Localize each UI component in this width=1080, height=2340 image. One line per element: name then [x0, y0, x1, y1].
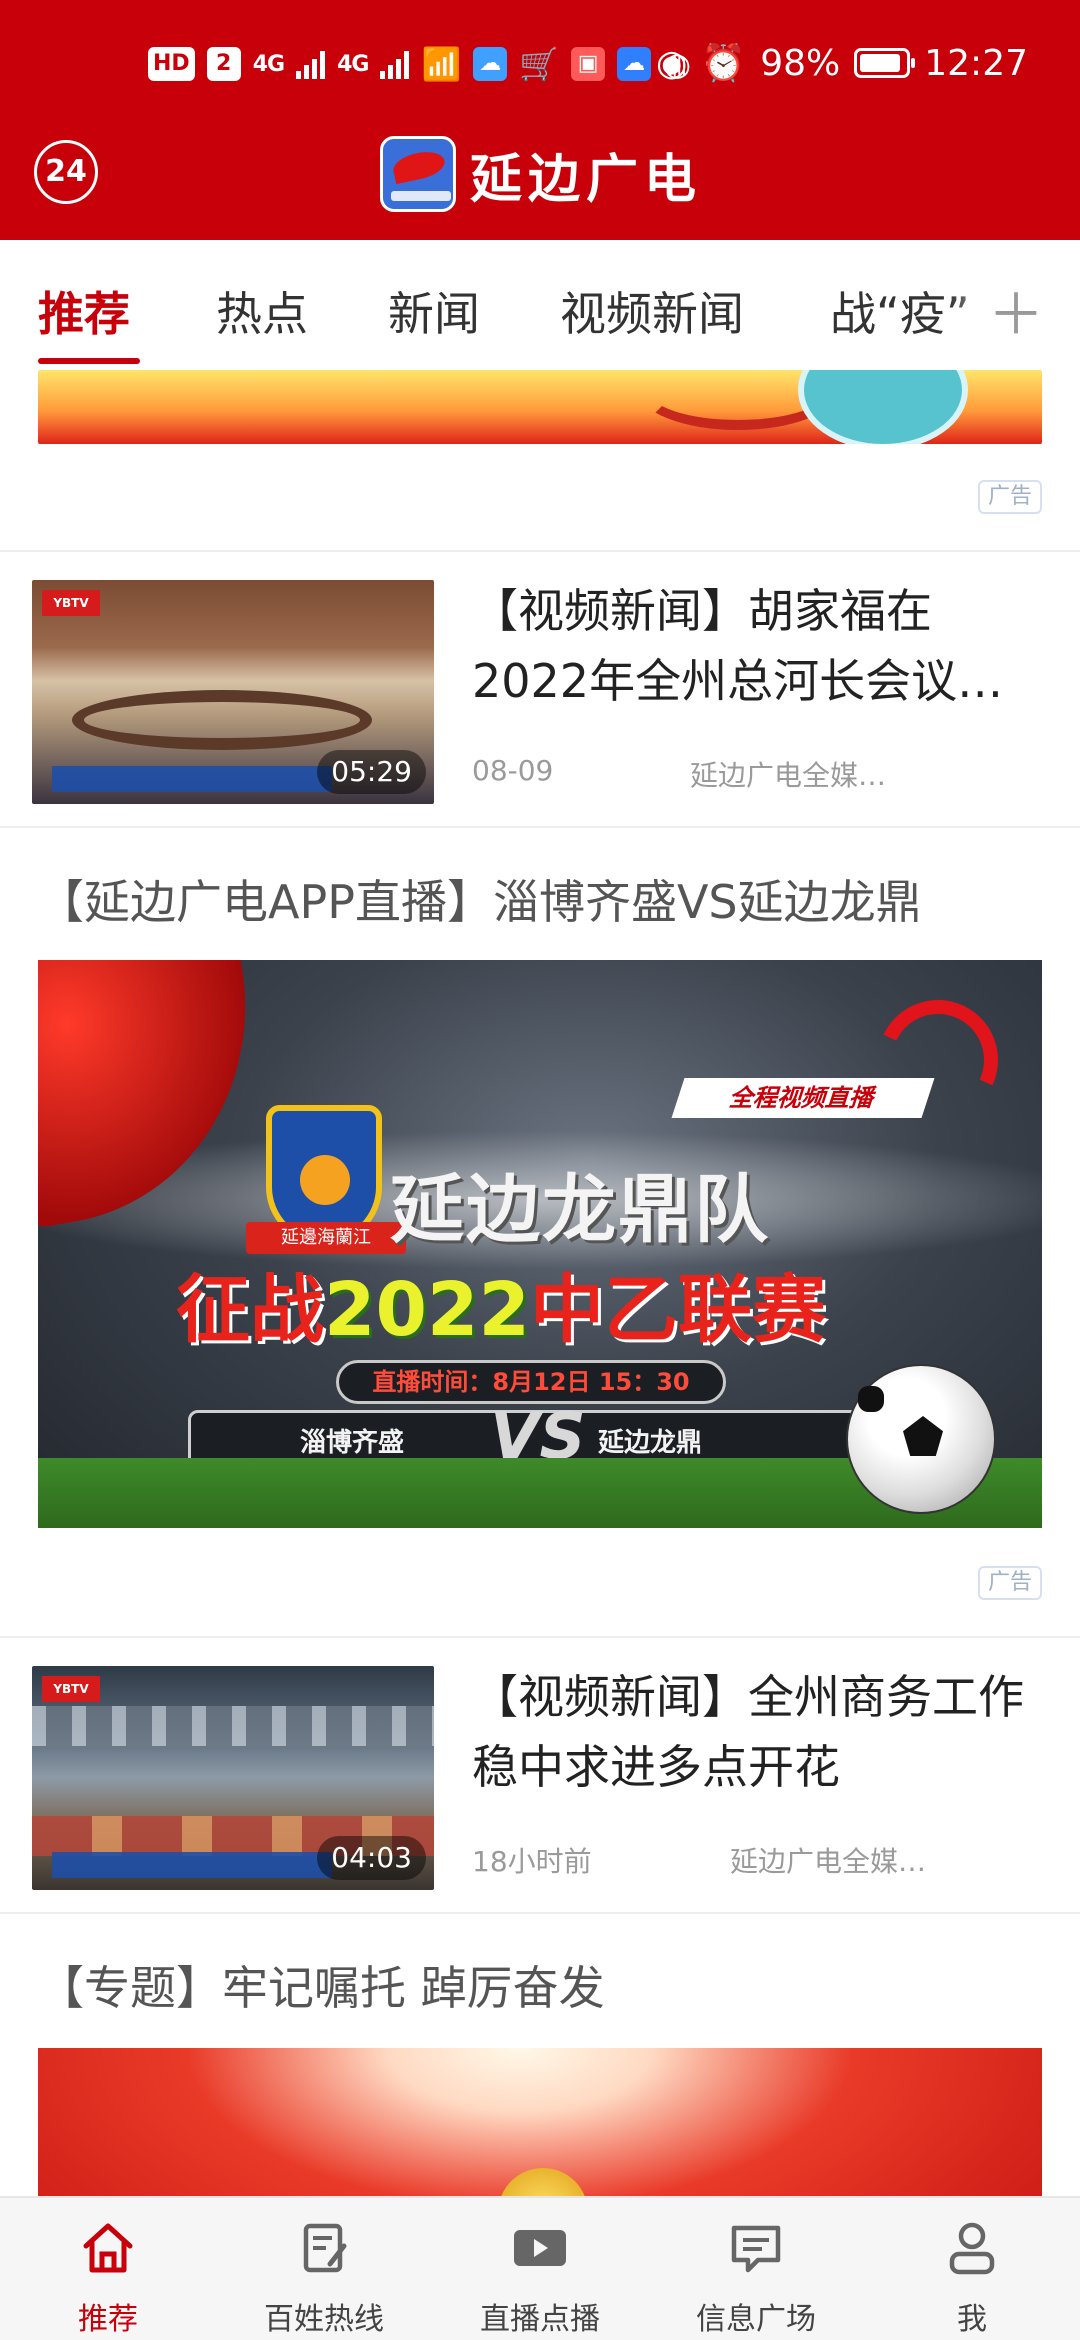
league-text-1: 征战 [176, 1267, 324, 1353]
document-edit-icon [303, 2223, 347, 2273]
plus-icon[interactable]: ＋ [988, 270, 1044, 351]
nav-label: 信息广场 [696, 2302, 816, 2337]
nav-live-vod[interactable]: 直播点播 [432, 2198, 648, 2340]
battery-icon [854, 48, 916, 78]
news-time: 18小时前 [472, 1845, 592, 1878]
battery-percent: 98% [760, 42, 841, 84]
clock: 12:27 [924, 42, 1028, 84]
news-thumbnail: YBTV 05:29 [32, 580, 434, 804]
alarm-icon: ⏰ [701, 43, 747, 84]
topic-section-title[interactable]: 【专题】牢记嘱托 踔厉奋发 [38, 1952, 1042, 2018]
thumbnail-scene [32, 1706, 434, 1746]
ad-banner-image[interactable] [38, 370, 1042, 444]
divider [0, 1912, 1080, 1914]
news-item[interactable]: YBTV 05:29 【视频新闻】胡家福在2022年全州总河长会议… 08-09… [0, 550, 1080, 820]
tv-logo: YBTV [42, 1676, 100, 1702]
signal-icon [296, 49, 326, 79]
category-tabs: 推荐 热点 新闻 视频新闻 战“疫” ＋ [0, 240, 1080, 368]
news-title: 【视频新闻】全州商务工作稳中求进多点开花 [472, 1670, 1024, 1794]
broadcast-time: 直播时间：8月12日 15：30 [336, 1360, 726, 1404]
nav-info-square[interactable]: 信息广场 [648, 2198, 864, 2340]
cloud-icon: ☁ [617, 47, 652, 81]
league-text-2: 中乙联赛 [529, 1267, 826, 1353]
app-logo: 延边广电 [380, 136, 702, 212]
home-icon [83, 2223, 133, 2273]
status-bar: HD 2 4G 4G 📶 ☁ 🛒 ▣ ☁ ◍ ··· ◉ ⏰ 98% 12:27 [0, 0, 1080, 130]
ad-tag: 广告 [978, 480, 1042, 514]
video-duration: 05:29 [317, 750, 426, 794]
nav-label: 直播点播 [480, 2302, 600, 2337]
live-promo-banner[interactable]: 全程视频直播 延邊海蘭江 延边龙鼎队 征战2022中乙联赛 直播时间：8月12日… [38, 960, 1042, 1528]
news-source: 延边广电全媒… [730, 1845, 927, 1878]
tab-active-indicator [38, 358, 140, 364]
nav-label: 我 [957, 2302, 987, 2337]
bottom-navigation: 推荐 百姓热线 直播点播 信息广场 我 [0, 2196, 1080, 2340]
cloud-app-icon: ☁ [473, 47, 508, 81]
nav-label: 百姓热线 [264, 2302, 384, 2337]
news-thumbnail: YBTV 04:03 [32, 1666, 434, 1890]
cart-icon: 🛒 [519, 45, 560, 83]
thumbnail-caption-bar [52, 1852, 332, 1878]
divider [0, 826, 1080, 828]
tab-news[interactable]: 新闻 [388, 278, 480, 344]
status-right: ◉ ⏰ 98% 12:27 [655, 42, 1028, 85]
video-play-icon [514, 2230, 566, 2266]
thumbnail-caption-bar [52, 766, 332, 792]
video-duration: 04:03 [317, 1836, 426, 1880]
banner-toy [798, 370, 968, 444]
nav-me[interactable]: 我 [864, 2198, 1080, 2340]
tab-recommend[interactable]: 推荐 [38, 278, 130, 344]
app-header: HD 2 4G 4G 📶 ☁ 🛒 ▣ ☁ ◍ ··· ◉ ⏰ 98% 12:27… [0, 0, 1080, 240]
news-title: 【视频新闻】胡家福在2022年全州总河长会议… [472, 584, 1004, 708]
nav-label: 推荐 [78, 2302, 138, 2337]
book-app-icon: ▣ [571, 47, 606, 81]
news-item[interactable]: YBTV 04:03 【视频新闻】全州商务工作稳中求进多点开花 18小时前 延边… [0, 1636, 1080, 1906]
logo-text: 延边广电 [470, 148, 703, 210]
app-bar: 24 延边广电 [0, 130, 1080, 240]
status-left: HD 2 4G 4G 📶 ☁ 🛒 ▣ ☁ ◍ ··· [148, 44, 735, 84]
sim-badge: 2 [206, 47, 241, 81]
message-icon [731, 2225, 781, 2273]
promo-league-line: 征战2022中乙联赛 [176, 1250, 826, 1357]
soccer-ball-icon [846, 1364, 996, 1514]
logo-mark-icon [380, 136, 456, 212]
network-type-1: 4G [252, 51, 285, 77]
thumbnail-scene [72, 690, 372, 750]
tab-video-news[interactable]: 视频新闻 [560, 278, 744, 344]
wifi-icon: 📶 [421, 45, 462, 83]
signal-icon [380, 49, 410, 79]
hd-badge: HD [148, 47, 195, 81]
tab-hot[interactable]: 热点 [216, 278, 308, 344]
live-label: 全程视频直播 [671, 1078, 935, 1118]
away-team: 延边龙鼎 [598, 1428, 703, 1458]
promo-team-name: 延边龙鼎队 [390, 1167, 770, 1253]
user-icon [949, 2222, 995, 2275]
live-section-title[interactable]: 【延边广电APP直播】淄博齐盛VS延边龙鼎 [38, 866, 1042, 932]
24h-badge-button[interactable]: 24 [34, 140, 98, 204]
home-team: 淄博齐盛 [300, 1428, 405, 1458]
news-time: 08-09 [472, 754, 554, 787]
network-type-2: 4G [337, 51, 369, 77]
news-source: 延边广电全媒… [690, 759, 887, 792]
nav-recommend[interactable]: 推荐 [0, 2198, 216, 2340]
eye-icon: ◉ [655, 42, 688, 84]
ad-tag: 广告 [978, 1566, 1042, 1600]
nav-hotline[interactable]: 百姓热线 [216, 2198, 432, 2340]
tab-epidemic[interactable]: 战“疫” [830, 278, 970, 344]
league-year: 2022 [324, 1267, 530, 1353]
tv-logo: YBTV [42, 590, 100, 616]
